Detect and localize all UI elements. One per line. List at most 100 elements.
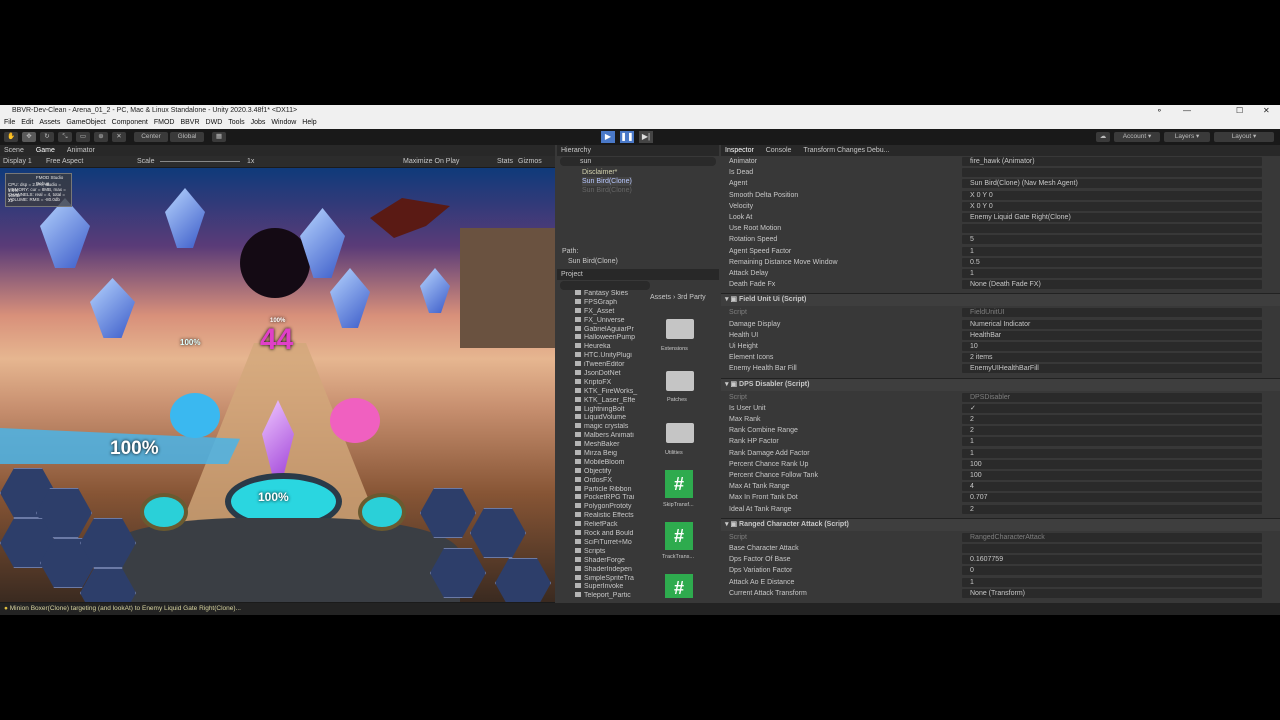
inspector-field[interactable]: Dps Factor Of Base 0.1607759 [729,554,1269,565]
menu-fmod[interactable]: FMOD [154,119,175,126]
component-header[interactable]: ▾ ▣ Field Unit Ui (Script) [721,293,1280,307]
breadcrumb-assets[interactable]: Assets [650,294,671,301]
project-folder-item[interactable]: FX_Universe [575,316,641,326]
project-folder-item[interactable]: Realistic Effects [575,512,641,521]
field-value-box[interactable] [962,493,1262,503]
inspector-field[interactable]: Damage Display Numerical Indicator [729,319,1269,330]
field-value-box[interactable] [962,403,1262,413]
inspector-field[interactable]: Animator fire_hawk (Animator) [729,156,1269,167]
menu-jobs[interactable]: Jobs [251,119,266,126]
inspector-field[interactable]: Ideal At Tank Range 2 [729,504,1269,515]
inspector-field[interactable]: Use Root Motion [729,223,1269,234]
display-dropdown[interactable]: Display 1 [3,156,32,167]
project-folder-item[interactable]: Malbers Animati [575,432,641,441]
gizmos-dropdown[interactable]: Gizmos [518,156,542,167]
project-folder-item[interactable]: Rock and Bould [575,530,641,539]
project-folder-item[interactable]: KTK_Laser_Effe [575,396,641,406]
component-foldout-icon[interactable]: ▾ ▣ [725,521,739,528]
project-folder-item[interactable]: Objectify [575,467,641,477]
inspector-field[interactable]: Current Attack Transform None (Transform) [729,588,1269,599]
project-folder-item[interactable]: MeshBaker [575,441,641,450]
field-value-box[interactable] [962,257,1262,267]
field-value-box[interactable] [962,308,1262,318]
inspector-field[interactable]: Velocity X 0 Y 0 [729,201,1269,212]
project-search[interactable] [560,281,650,290]
folder-icon[interactable] [666,423,694,443]
project-folder-item[interactable]: GabrielAguiarPr [575,325,641,335]
field-value-box[interactable] [962,471,1262,480]
field-value-box[interactable] [962,201,1262,211]
inspector-field[interactable]: Max Rank 2 [729,414,1269,425]
move-tool-icon[interactable]: ✥ [22,132,36,142]
inspector-field[interactable]: Percent Chance Rank Up 100 [729,459,1269,470]
pivot-global-button[interactable]: Global [170,132,204,142]
inspector-field[interactable]: Attack Delay 1 [729,268,1269,279]
project-folder-item[interactable]: SuperInvoke [575,583,641,592]
menu-bbvr[interactable]: BBVR [180,119,199,126]
account-dropdown[interactable]: Account ▾ [1114,132,1160,142]
folder-icon[interactable] [666,319,694,339]
inspector-field[interactable]: Death Fade Fx None (Death Fade FX) [729,279,1269,290]
inspector-field[interactable]: Rank HP Factor 1 [729,436,1269,447]
hand-tool-icon[interactable]: ✋ [4,132,18,142]
rect-tool-icon[interactable]: ▭ [76,132,90,142]
rotate-tool-icon[interactable]: ↻ [40,132,54,142]
cloud-icon[interactable]: ☁ [1096,132,1110,142]
folder-icon[interactable] [666,371,694,391]
grid-snap-icon[interactable]: ▦ [212,132,226,142]
field-value-box[interactable] [962,269,1262,278]
project-folder-item[interactable]: PolygonPrototy [575,503,641,512]
project-folder-item[interactable]: Teleport_Partic [575,592,641,601]
csharp-script-icon[interactable]: # [665,574,693,598]
field-value-box[interactable] [962,437,1262,447]
aspect-dropdown[interactable]: Free Aspect [46,156,83,167]
field-value-box[interactable] [962,246,1262,256]
scale-slider[interactable] [160,161,240,162]
field-value-box[interactable] [962,426,1262,436]
field-value-box[interactable] [962,504,1262,514]
inspector-field[interactable]: Script FieldUnitUI [729,307,1269,318]
transform-tool-icon[interactable]: ⊕ [94,132,108,142]
project-folder-item[interactable]: Particle Ribbon [575,485,641,495]
menu-help[interactable]: Help [302,119,316,126]
inspector-field[interactable]: Max At Tank Range 4 [729,481,1269,492]
field-value-box[interactable] [962,330,1262,340]
project-folder-item[interactable]: Scripts [575,547,641,557]
inspector-field[interactable]: Smooth Delta Position X 0 Y 0 [729,190,1269,201]
component-foldout-icon[interactable]: ▾ ▣ [725,381,739,388]
field-value-box[interactable] [962,448,1262,458]
project-folder-item[interactable]: KriptoFX [575,378,641,388]
inspector-field[interactable]: Enemy Health Bar Fill EnemyUIHealthBarFil… [729,363,1269,374]
menu-window[interactable]: Window [271,119,296,126]
project-folder-item[interactable]: ReliefPack [575,521,641,530]
field-value-box[interactable] [962,544,1262,553]
tab-inspector[interactable]: Inspector [725,147,754,154]
project-folder-item[interactable]: SciFiTurret+Mo [575,538,641,548]
maximize-on-play-toggle[interactable]: Maximize On Play [403,156,459,167]
field-value-box[interactable] [962,482,1262,492]
inspector-field[interactable]: Element Icons 2 items [729,352,1269,363]
component-foldout-icon[interactable]: ▾ ▣ [725,296,739,303]
field-value-box[interactable] [962,353,1262,363]
field-value-box[interactable] [962,459,1262,469]
inspector-field[interactable]: Base Character Attack [729,543,1269,554]
tab-game[interactable]: Game [36,147,55,154]
inspector-field[interactable]: Agent Speed Factor 1 [729,246,1269,257]
project-folder-item[interactable]: HTC.UnityPlugi [575,352,641,361]
menu-dwd[interactable]: DWD [206,119,223,126]
project-folder-item[interactable]: PocketRPG Trai [575,494,641,503]
project-folder-item[interactable]: FPSGraph [575,298,641,308]
hierarchy-item[interactable]: Disclaimer* [582,168,617,177]
project-folder-item[interactable]: LiquidVolume [575,414,641,423]
inspector-field[interactable]: Remaining Distance Move Window 0.5 [729,257,1269,268]
scale-tool-icon[interactable]: ⤡ [58,132,72,142]
pivot-center-button[interactable]: Center [134,132,168,142]
inspector-field[interactable]: Max In Front Tank Dot 0.707 [729,492,1269,503]
project-folder-item[interactable]: FX_Asset [575,307,641,317]
field-value-box[interactable] [962,235,1262,245]
menu-assets[interactable]: Assets [39,119,60,126]
step-button[interactable]: ▶| [639,131,653,143]
project-folder-item[interactable]: KTK_FireWorks_ [575,387,641,397]
tab-transform-changes[interactable]: Transform Changes Debu... [803,147,889,154]
menu-tools[interactable]: Tools [228,119,244,126]
